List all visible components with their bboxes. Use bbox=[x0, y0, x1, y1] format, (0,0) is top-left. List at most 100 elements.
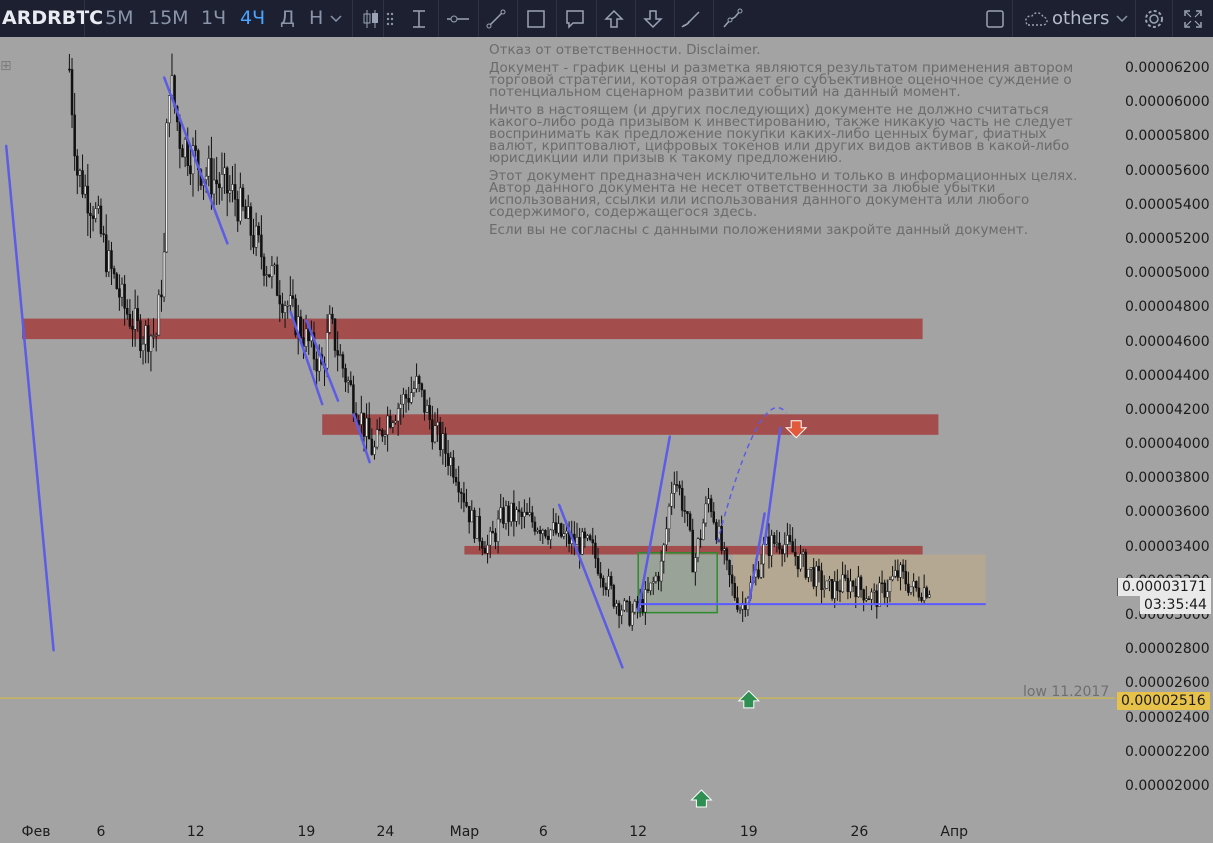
candle-up bbox=[83, 185, 87, 195]
candle-down bbox=[407, 398, 410, 403]
time-tick-label: 6 bbox=[96, 824, 106, 840]
candle-up bbox=[273, 264, 276, 267]
candle-up bbox=[120, 283, 124, 298]
candle-up bbox=[183, 139, 187, 158]
toolbar-divider bbox=[352, 0, 353, 37]
price-tick-label: 0.00004400 bbox=[1125, 367, 1210, 384]
rectangle-icon[interactable] bbox=[521, 4, 551, 34]
arrow-down-icon[interactable] bbox=[638, 4, 668, 34]
candle-up bbox=[865, 598, 868, 601]
candle-down bbox=[609, 576, 613, 586]
candle-up bbox=[652, 581, 655, 584]
candle-up bbox=[775, 542, 779, 545]
candle-down bbox=[438, 421, 442, 451]
candle-up bbox=[528, 512, 531, 515]
disclaimer-line: Документ - график цены и разметка являют… bbox=[489, 60, 1074, 100]
arrow-up-marker bbox=[737, 690, 761, 709]
candle-up bbox=[441, 433, 445, 451]
candle-down bbox=[588, 535, 592, 540]
candle-up bbox=[870, 591, 873, 600]
candle-up bbox=[78, 170, 82, 176]
candle-down bbox=[728, 559, 731, 576]
candle-down bbox=[880, 582, 884, 585]
price-tick-label: 0.00005600 bbox=[1125, 162, 1210, 179]
candle-down bbox=[525, 511, 529, 515]
candles-chart-type-icon[interactable] bbox=[356, 4, 386, 34]
candle-down bbox=[431, 419, 434, 443]
time-axis[interactable]: Фев 6 12 19 24 Мар 6 12 19 26 Апр bbox=[0, 820, 1115, 843]
crosshair-icon[interactable]: ⊞ bbox=[0, 58, 12, 74]
candle-up bbox=[475, 516, 479, 539]
arrow-up-icon[interactable] bbox=[599, 4, 629, 34]
candle-down bbox=[333, 318, 337, 351]
candle-down bbox=[336, 350, 339, 356]
chevron-down-icon[interactable] bbox=[1112, 4, 1132, 34]
time-tick-label: Фев bbox=[21, 824, 51, 840]
candle-up bbox=[586, 535, 589, 539]
checkbox-icon[interactable] bbox=[980, 4, 1010, 34]
price-tick-label: 0.00002600 bbox=[1125, 675, 1210, 692]
candle-up bbox=[270, 265, 274, 277]
horizontal-ray-icon[interactable] bbox=[443, 4, 473, 34]
timeframe-week[interactable]: Н bbox=[309, 0, 323, 37]
candle-down bbox=[446, 453, 450, 466]
time-tick-label: 12 bbox=[186, 824, 205, 840]
candle-down bbox=[796, 556, 800, 570]
candle-down bbox=[131, 326, 134, 330]
candle-down bbox=[81, 170, 84, 195]
candle-up bbox=[499, 507, 502, 520]
candle-up bbox=[328, 313, 332, 333]
candle-down bbox=[91, 215, 95, 219]
candle-down bbox=[225, 167, 229, 194]
time-tick-label: 6 bbox=[538, 824, 548, 840]
symbol-label[interactable]: ARDRBTC bbox=[0, 0, 103, 37]
candle-down bbox=[680, 487, 684, 511]
fullscreen-icon[interactable] bbox=[1178, 4, 1208, 34]
timeframe-1h[interactable]: 1Ч bbox=[201, 0, 226, 37]
timeframe-15m[interactable]: 15М bbox=[148, 0, 189, 37]
time-tick-label: Мар bbox=[449, 824, 480, 840]
candle-down bbox=[299, 316, 303, 338]
candle-up bbox=[410, 392, 413, 403]
low-price-label: 0.00002516 bbox=[1117, 692, 1210, 710]
trend-line bbox=[162, 76, 229, 245]
candle-down bbox=[846, 577, 850, 593]
candle-up bbox=[581, 531, 584, 555]
timeframe-4h[interactable]: 4Ч bbox=[240, 0, 265, 37]
candle-down bbox=[915, 581, 918, 589]
candle-down bbox=[772, 535, 776, 544]
chevron-down-icon[interactable] bbox=[326, 4, 346, 34]
candle-up bbox=[615, 603, 618, 607]
candle-up bbox=[536, 529, 539, 532]
drag-handle-icon[interactable] bbox=[385, 4, 395, 34]
candle-up bbox=[504, 505, 508, 524]
toolbar-divider bbox=[1135, 0, 1136, 37]
candle-down bbox=[68, 68, 71, 71]
candle-up bbox=[425, 405, 429, 413]
candle-down bbox=[844, 574, 847, 579]
timeframe-5m[interactable]: 5М bbox=[105, 0, 133, 37]
path-icon[interactable] bbox=[717, 4, 747, 34]
candle-down bbox=[715, 522, 718, 541]
candle-down bbox=[594, 542, 597, 559]
cloud-icon[interactable] bbox=[1020, 4, 1050, 34]
layout-name[interactable]: others bbox=[1052, 0, 1109, 37]
disclaimer-line: Если вы не согласны с данными положениям… bbox=[489, 222, 1029, 238]
callout-icon[interactable] bbox=[560, 4, 590, 34]
brush-icon[interactable] bbox=[677, 4, 707, 34]
candle-down bbox=[244, 206, 247, 219]
candle-down bbox=[160, 294, 163, 298]
text-cursor-icon[interactable] bbox=[404, 4, 434, 34]
candle-up bbox=[149, 335, 153, 352]
price-tick-label: 0.00006000 bbox=[1125, 94, 1210, 111]
candle-down bbox=[268, 274, 271, 277]
disclaimer-line: Этот документ предназначен исключительно… bbox=[489, 168, 1078, 220]
candle-down bbox=[917, 587, 921, 598]
candle-down bbox=[757, 569, 760, 578]
candle-up bbox=[723, 548, 726, 551]
top-toolbar: ARDRBTC 5М 15М 1Ч 4Ч Д Н others bbox=[0, 0, 1213, 37]
candle-down bbox=[812, 567, 815, 587]
trend-line-icon[interactable] bbox=[481, 4, 511, 34]
gear-icon[interactable] bbox=[1139, 4, 1169, 34]
timeframe-day[interactable]: Д bbox=[280, 0, 295, 37]
